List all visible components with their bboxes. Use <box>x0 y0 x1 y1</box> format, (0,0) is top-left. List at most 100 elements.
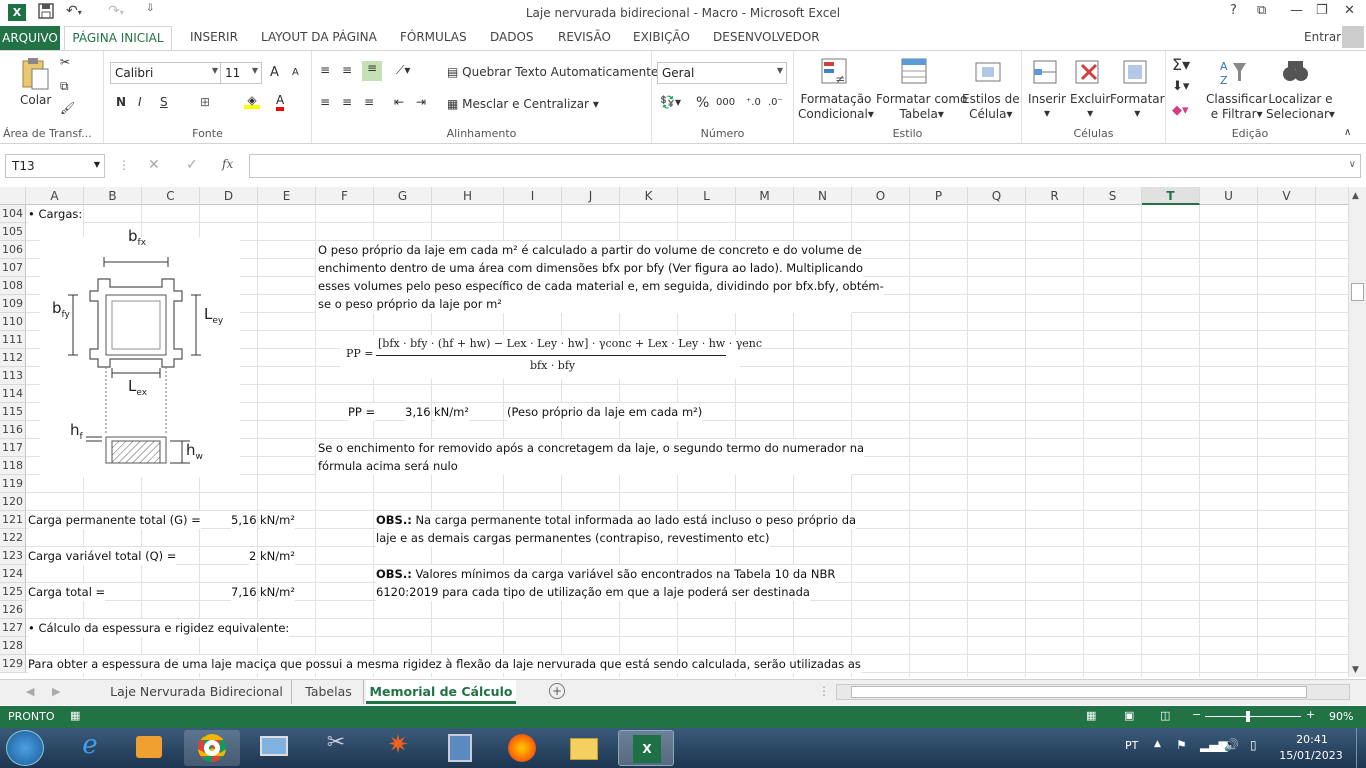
horizontal-scroll-thumb[interactable] <box>851 686 1307 698</box>
row-header-117[interactable]: 117 <box>0 439 26 457</box>
format-cells-icon[interactable] <box>1120 57 1150 89</box>
tab-splitter-icon[interactable]: ⋮ <box>818 684 830 698</box>
column-header-u[interactable]: U <box>1200 187 1258 205</box>
chrome-icon[interactable] <box>184 730 240 766</box>
insert-cells-icon[interactable] <box>1030 57 1060 89</box>
row-header-108[interactable]: 108 <box>0 277 26 295</box>
start-button-icon[interactable] <box>6 730 44 766</box>
row-header-122[interactable]: 122 <box>0 529 26 547</box>
cell-h122[interactable]: laje e as demais cargas permanentes (con… <box>376 529 770 547</box>
cell-a121[interactable]: Carga permanente total (G) = <box>28 511 201 529</box>
row-header-104[interactable]: 104 <box>0 205 26 223</box>
sort-filter-icon[interactable]: AZ <box>1218 57 1248 89</box>
minimize-icon[interactable]: — <box>1290 3 1303 18</box>
column-header-v[interactable]: V <box>1258 187 1316 205</box>
clock-time[interactable]: 20:41 <box>1282 733 1342 746</box>
align-middle-icon[interactable]: ≡ <box>342 63 352 77</box>
collapse-ribbon-icon[interactable]: ∧ <box>1344 127 1351 138</box>
insert-function-icon[interactable]: fx <box>222 157 233 171</box>
pp-formula-image[interactable]: PP = [bfx · bfy · (hf + hw) − Lex · Ley … <box>340 335 762 379</box>
row-header-107[interactable]: 107 <box>0 259 26 277</box>
input-language[interactable]: PT <box>1125 739 1138 752</box>
tab-layout[interactable]: LAYOUT DA PÁGINA <box>261 30 377 44</box>
row-header-120[interactable]: 120 <box>0 493 26 511</box>
rib-slab-figure[interactable]: bfx bfy Ley Lex hf hw <box>40 227 240 477</box>
align-top-icon[interactable]: ≡ <box>320 63 330 77</box>
enter-icon[interactable]: ✓ <box>186 157 198 173</box>
page-layout-view-icon[interactable]: ▣ <box>1124 709 1134 722</box>
zoom-slider-track[interactable] <box>1205 716 1301 717</box>
row-header-106[interactable]: 106 <box>0 241 26 259</box>
row-header-110[interactable]: 110 <box>0 313 26 331</box>
cell-e121[interactable]: kN/m² <box>260 511 295 529</box>
tab-pagina-inicial[interactable]: PÁGINA INICIAL <box>64 26 172 51</box>
column-header-f[interactable]: F <box>316 187 374 205</box>
font-name-select[interactable]: Calibri ▼ <box>110 62 222 84</box>
zoom-out-icon[interactable]: − <box>1192 708 1201 721</box>
underline-button[interactable]: S <box>160 95 168 109</box>
cell-d121[interactable]: 5,16 <box>231 511 257 529</box>
worksheet-grid[interactable]: ABCDEFGHIJKLMNOPQRSTUV 104 105 106 107 108 10… <box>0 187 1348 677</box>
column-header-e[interactable]: E <box>258 187 316 205</box>
cell-e123[interactable]: kN/m² <box>260 547 295 565</box>
column-header-b[interactable]: B <box>84 187 142 205</box>
tab-formulas[interactable]: FÓRMULAS <box>400 30 467 44</box>
wrap-text-button[interactable]: ▤ Quebrar Texto Automaticamente <box>447 65 658 79</box>
row-header-127[interactable]: 127 <box>0 619 26 637</box>
name-box[interactable]: T13 ▼ <box>5 154 105 178</box>
row-header-124[interactable]: 124 <box>0 565 26 583</box>
thousands-button[interactable]: 000 <box>716 97 735 108</box>
cell-f118[interactable]: fórmula acima será nulo <box>318 457 458 475</box>
cell-pp-unit[interactable]: kN/m² <box>434 403 469 421</box>
cell-a127[interactable]: • Cálculo da espessura e rigidez equival… <box>28 619 290 637</box>
row-header-119[interactable]: 119 <box>0 475 26 493</box>
column-header-r[interactable]: R <box>1026 187 1084 205</box>
cell-f107[interactable]: enchimento dentro de uma área com dimens… <box>318 259 864 277</box>
page-break-view-icon[interactable]: ◫ <box>1160 709 1170 722</box>
next-sheet-icon[interactable]: ▶ <box>52 685 60 698</box>
row-header-111[interactable]: 111 <box>0 331 26 349</box>
macro-record-icon[interactable]: ▦ <box>70 709 80 722</box>
cell-pp-note[interactable]: (Peso próprio da laje em cada m²) <box>507 403 703 421</box>
tab-revisao[interactable]: REVISÃO <box>558 30 611 44</box>
volume-icon[interactable]: 🔊 <box>1224 738 1239 752</box>
align-center-icon[interactable]: ≡ <box>342 95 352 109</box>
format-painter-icon[interactable]: 🖌 <box>60 101 75 115</box>
user-avatar-icon[interactable] <box>1342 26 1364 48</box>
column-header-t[interactable]: T <box>1142 187 1200 205</box>
tab-arquivo[interactable]: ARQUIVO <box>0 26 60 50</box>
clear-icon[interactable]: ◆▾ <box>1172 103 1189 118</box>
tab-desenvolvedor[interactable]: DESENVOLVEDOR <box>713 30 820 44</box>
italic-button[interactable]: I <box>138 95 142 109</box>
decrease-decimal-icon[interactable]: .0⁻ <box>768 97 783 108</box>
video-editor-icon[interactable] <box>432 730 488 766</box>
sort-filter-button[interactable]: Classificar e Filtrar▾ <box>1206 92 1267 122</box>
zoom-slider-thumb[interactable] <box>1246 711 1250 722</box>
conditional-format-icon[interactable]: ≠ <box>820 57 850 89</box>
row-header-118[interactable]: 118 <box>0 457 26 475</box>
cell-pp-value[interactable]: 3,16 <box>405 403 431 421</box>
row-header-116[interactable]: 116 <box>0 421 26 439</box>
delete-cells-icon[interactable] <box>1072 57 1102 89</box>
column-header-l[interactable]: L <box>678 187 736 205</box>
cell-styles-button[interactable]: Estilos de Célula▾ <box>962 92 1020 122</box>
app-star-icon[interactable]: ✷ <box>370 730 426 766</box>
decrease-indent-icon[interactable]: ⇤ <box>394 95 404 109</box>
row-header-105[interactable]: 105 <box>0 223 26 241</box>
paste-icon[interactable] <box>20 57 50 90</box>
help-button[interactable]: ? <box>1230 3 1237 18</box>
vertical-scroll-thumb[interactable] <box>1351 283 1364 301</box>
column-header-s[interactable]: S <box>1084 187 1142 205</box>
column-header-o[interactable]: O <box>852 187 910 205</box>
sheet-tab-tabelas[interactable]: Tabelas <box>294 680 364 704</box>
increase-indent-icon[interactable]: ⇥ <box>416 95 426 109</box>
currency-icon[interactable]: 💱▾ <box>660 95 681 109</box>
cell-a104[interactable]: • Cargas: <box>28 205 83 223</box>
borders-icon[interactable]: ⊞ <box>200 95 210 109</box>
media-player-icon[interactable] <box>122 730 178 766</box>
cell-f108[interactable]: esses volumes pelo peso específico de ca… <box>318 277 884 295</box>
cell-f109[interactable]: se o peso próprio da laje por m² <box>318 295 502 313</box>
bold-button[interactable]: N <box>116 95 126 109</box>
sheet-tab-laje[interactable]: Laje Nervurada Bidirecional <box>102 680 292 704</box>
close-icon[interactable]: ✕ <box>1344 3 1355 18</box>
